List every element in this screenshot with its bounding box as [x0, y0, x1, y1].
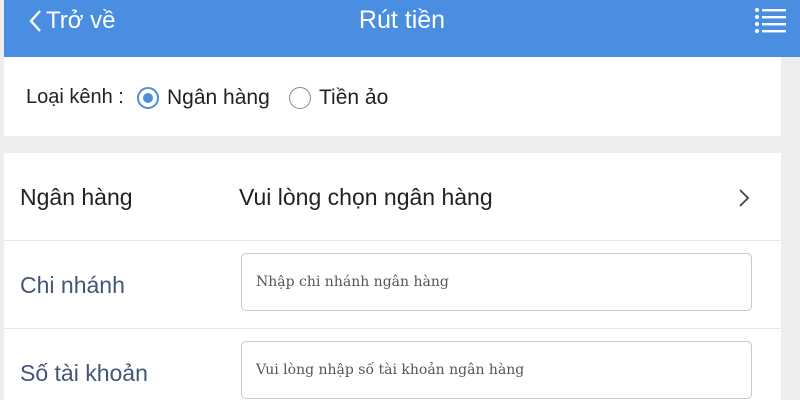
bank-select-row[interactable]: Ngân hàng Vui lòng chọn ngân hàng — [4, 153, 781, 240]
channel-type-section: Loại kênh : Ngân hàng Tiền ảo — [4, 57, 781, 136]
withdraw-page: Trở về Rút tiền Loại kênh : Ngân hàng Ti… — [0, 0, 800, 400]
radio-unchecked-icon — [289, 87, 311, 109]
channel-type-label: Loại kênh : — [26, 86, 124, 108]
radio-bank[interactable]: Ngân hàng — [137, 86, 270, 110]
header-bar: Trở về Rút tiền — [4, 0, 800, 57]
account-number-input[interactable] — [241, 341, 752, 399]
bank-label: Ngân hàng — [20, 184, 133, 210]
chevron-right-icon[interactable] — [738, 188, 750, 208]
account-label: Số tài khoản — [20, 360, 148, 386]
bank-form: Ngân hàng Vui lòng chọn ngân hàng Chi nh… — [4, 153, 781, 400]
page-title: Rút tiền — [358, 6, 446, 34]
branch-row: Chi nhánh — [4, 241, 781, 328]
bank-select-value[interactable]: Vui lòng chọn ngân hàng — [239, 184, 493, 211]
branch-label: Chi nhánh — [20, 272, 125, 298]
radio-crypto-label: Tiền ảo — [319, 86, 389, 109]
radio-crypto[interactable]: Tiền ảo — [289, 86, 388, 110]
list-menu-icon[interactable] — [754, 7, 786, 33]
branch-input[interactable] — [241, 253, 752, 311]
account-row: Số tài khoản — [4, 329, 781, 400]
radio-checked-icon — [137, 87, 159, 109]
radio-bank-label: Ngân hàng — [167, 86, 270, 109]
